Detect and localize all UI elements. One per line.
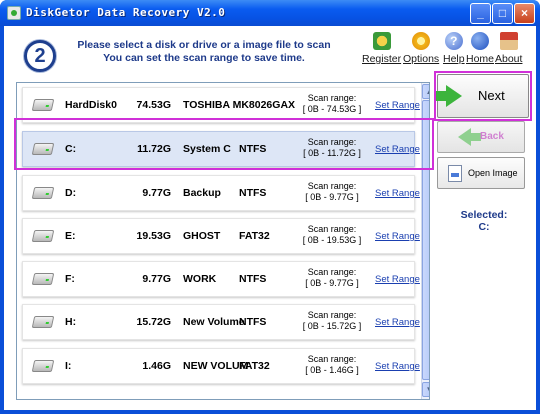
scan-range-label: Scan range: bbox=[307, 267, 357, 277]
selection-highlight-frame bbox=[14, 118, 434, 170]
minimize-button[interactable]: _ bbox=[470, 3, 491, 24]
window-title: DiskGetor Data Recovery V2.0 bbox=[26, 6, 226, 19]
set-range-link[interactable]: Set Range bbox=[375, 231, 420, 242]
scan-range-value: [ 0B - 19.53G ] bbox=[302, 235, 362, 245]
home-icon bbox=[471, 32, 489, 50]
menu-register[interactable]: Register bbox=[362, 32, 401, 65]
open-image-label: Open Image bbox=[468, 168, 518, 178]
hard-disk-icon bbox=[31, 316, 55, 328]
scan-range-label: Scan range: bbox=[307, 310, 357, 320]
menu-label: Help bbox=[443, 53, 465, 65]
drive-name: F: bbox=[65, 273, 75, 285]
back-button-label: Back bbox=[480, 131, 504, 142]
hard-disk-icon bbox=[31, 230, 55, 242]
drive-label: WORK bbox=[183, 273, 217, 285]
scroll-down-button[interactable]: ▼ bbox=[422, 382, 429, 397]
scan-range-value: [ 0B - 9.77G ] bbox=[305, 278, 359, 288]
instructions: Please select a disk or drive or a image… bbox=[64, 39, 344, 65]
hard-disk-icon bbox=[31, 187, 55, 199]
drive-name: I: bbox=[65, 360, 72, 372]
hard-disk-icon bbox=[31, 360, 55, 372]
drive-row[interactable]: I: 1.46G NEW VOLUM FAT32 Scan range:[ 0B - 1… bbox=[22, 348, 420, 384]
set-range-link[interactable]: Set Range bbox=[375, 317, 420, 328]
drive-label: TOSHIBA MK8026GAX bbox=[183, 99, 296, 111]
drive-row[interactable]: H: 15.72G New Volume NTFS Scan range:[ 0B - … bbox=[22, 304, 420, 340]
drive-size: 74.53G bbox=[136, 99, 171, 111]
menu-label: Home bbox=[466, 53, 495, 65]
drive-size: 1.46G bbox=[142, 360, 171, 372]
drive-row[interactable]: E: 19.53G GHOST FAT32 Scan range:[ 0B - 19.5… bbox=[22, 218, 420, 254]
back-button[interactable]: Back bbox=[437, 121, 525, 153]
scan-range: Scan range:[ 0B - 15.72G ] bbox=[299, 310, 365, 332]
menu-label: Options bbox=[403, 53, 440, 65]
scan-range: Scan range:[ 0B - 19.53G ] bbox=[299, 224, 365, 246]
drive-filesystem: FAT32 bbox=[239, 230, 270, 242]
set-range-link[interactable]: Set Range bbox=[375, 100, 420, 111]
register-icon bbox=[372, 32, 391, 50]
image-file-icon bbox=[448, 165, 462, 182]
scan-range: Scan range:[ 0B - 9.77G ] bbox=[299, 267, 365, 289]
selected-label: Selected: bbox=[460, 209, 508, 221]
set-range-link[interactable]: Set Range bbox=[375, 274, 420, 285]
title-bar[interactable]: DiskGetor Data Recovery V2.0 _ □ × bbox=[0, 0, 540, 26]
arrow-left-icon bbox=[458, 128, 481, 146]
scan-range-value: [ 0B - 15.72G ] bbox=[302, 321, 362, 331]
drive-name: D: bbox=[65, 187, 77, 199]
instruction-line: You can set the scan range to save time. bbox=[103, 52, 305, 64]
drive-size: 19.53G bbox=[136, 230, 171, 242]
scan-range: Scan range:[ 0B - 74.53G ] bbox=[299, 93, 365, 115]
selected-value: C: bbox=[478, 221, 490, 233]
hard-disk-icon bbox=[31, 99, 55, 111]
scan-range-value: [ 0B - 1.46G ] bbox=[305, 365, 359, 375]
scan-range-label: Scan range: bbox=[307, 354, 357, 364]
drive-row[interactable]: D: 9.77G Backup NTFS Scan range:[ 0B - 9.77G… bbox=[22, 175, 420, 211]
app-icon bbox=[7, 6, 21, 20]
hard-disk-icon bbox=[31, 273, 55, 285]
drive-size: 9.77G bbox=[142, 273, 171, 285]
drive-label: GHOST bbox=[183, 230, 221, 242]
scroll-up-button[interactable]: ▲ bbox=[422, 84, 429, 99]
set-range-link[interactable]: Set Range bbox=[375, 188, 420, 199]
close-button[interactable]: × bbox=[514, 3, 535, 24]
menu-help[interactable]: ? Help bbox=[443, 32, 465, 65]
open-image-button[interactable]: Open Image bbox=[437, 157, 525, 189]
menu-label: About bbox=[495, 53, 523, 65]
drive-filesystem: NTFS bbox=[239, 316, 267, 328]
scan-range: Scan range:[ 0B - 9.77G ] bbox=[299, 181, 365, 203]
drive-filesystem: NTFS bbox=[239, 273, 267, 285]
drive-name: HardDisk0 bbox=[65, 99, 117, 111]
drive-filesystem: NTFS bbox=[239, 187, 267, 199]
options-icon bbox=[412, 32, 431, 50]
drive-name: H: bbox=[65, 316, 77, 328]
menu-options[interactable]: Options bbox=[403, 32, 439, 65]
maximize-button[interactable]: □ bbox=[492, 3, 513, 24]
drive-row[interactable]: F: 9.77G WORK NTFS Scan range:[ 0B - 9.77G ]… bbox=[22, 261, 420, 297]
scan-range-value: [ 0B - 74.53G ] bbox=[302, 104, 362, 114]
menu-home[interactable]: Home bbox=[466, 32, 494, 65]
scan-range: Scan range:[ 0B - 1.46G ] bbox=[299, 354, 365, 376]
step-badge: 2 bbox=[24, 40, 56, 72]
drive-filesystem: FAT32 bbox=[239, 360, 270, 372]
drive-size: 15.72G bbox=[136, 316, 171, 328]
drive-name: E: bbox=[65, 230, 76, 242]
scan-range-label: Scan range: bbox=[307, 181, 357, 191]
about-icon bbox=[499, 32, 518, 50]
scan-range-label: Scan range: bbox=[307, 93, 357, 103]
selected-panel: Selected: C: bbox=[444, 209, 524, 233]
next-highlight-frame bbox=[434, 71, 532, 121]
drive-label: New Volume bbox=[183, 316, 245, 328]
instruction-line: Please select a disk or drive or a image… bbox=[77, 39, 331, 51]
app-window: DiskGetor Data Recovery V2.0 _ □ × 2 Ple… bbox=[0, 0, 540, 414]
drive-size: 9.77G bbox=[142, 187, 171, 199]
client-area: 2 Please select a disk or drive or a ima… bbox=[4, 26, 536, 410]
drive-label: Backup bbox=[183, 187, 221, 199]
scan-range-label: Scan range: bbox=[307, 224, 357, 234]
scan-range-value: [ 0B - 9.77G ] bbox=[305, 192, 359, 202]
menu-label: Register bbox=[362, 53, 402, 65]
set-range-link[interactable]: Set Range bbox=[375, 361, 420, 372]
menu-about[interactable]: About bbox=[495, 32, 522, 65]
help-icon: ? bbox=[444, 32, 463, 50]
